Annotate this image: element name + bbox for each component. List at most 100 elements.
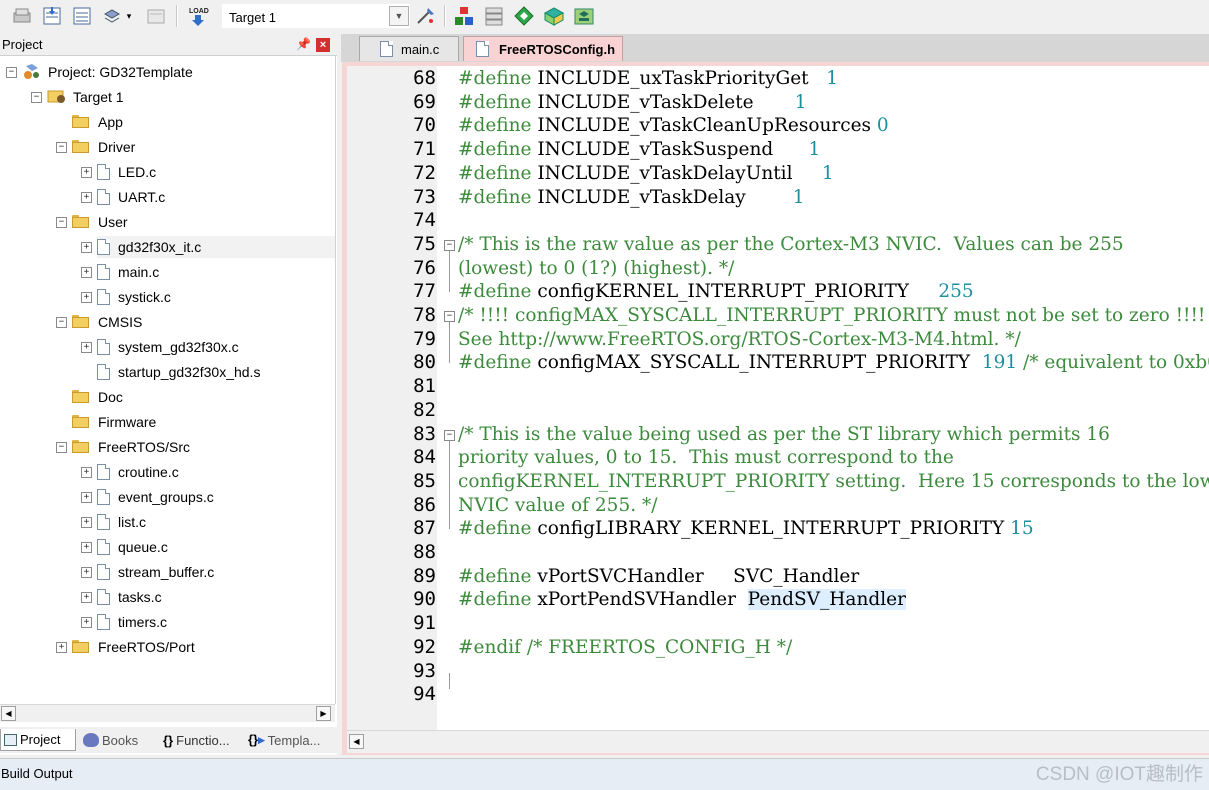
build-icon[interactable] bbox=[40, 4, 64, 28]
tree-item-label: UART.c bbox=[118, 189, 166, 205]
collapse-icon[interactable]: − bbox=[56, 142, 67, 153]
tree-item-folder[interactable]: FreeRTOS/Src bbox=[72, 436, 190, 458]
line-number: 81 bbox=[413, 375, 436, 398]
chevron-down-icon[interactable]: ▼ bbox=[389, 6, 409, 26]
collapse-icon[interactable]: − bbox=[56, 217, 67, 228]
line-number: 75 bbox=[413, 232, 436, 255]
chevron-down-icon[interactable]: ▾ bbox=[122, 4, 136, 28]
tree-item-folder[interactable]: Firmware bbox=[72, 411, 156, 433]
tree-item-target[interactable]: Target 1 bbox=[47, 86, 124, 108]
manage-rte-icon[interactable] bbox=[512, 4, 536, 28]
translate-icon[interactable] bbox=[10, 4, 34, 28]
tree-item-folder[interactable]: FreeRTOS/Port bbox=[72, 636, 195, 658]
expand-icon[interactable]: + bbox=[81, 492, 92, 503]
scroll-left-icon[interactable]: ◀ bbox=[1, 706, 16, 721]
code-token: INCLUDE_vTaskSuspend bbox=[537, 139, 809, 161]
expand-icon[interactable]: + bbox=[81, 342, 92, 353]
tree-item-file[interactable]: main.c bbox=[97, 261, 159, 283]
collapse-icon[interactable]: − bbox=[6, 67, 17, 78]
expand-icon[interactable]: + bbox=[81, 517, 92, 528]
tree-item-file[interactable]: croutine.c bbox=[97, 461, 179, 483]
tree-item-folder[interactable]: App bbox=[72, 111, 123, 133]
fold-collapse-icon[interactable]: − bbox=[444, 311, 455, 322]
software-packs-icon[interactable] bbox=[572, 4, 596, 28]
code-token: #define bbox=[458, 91, 538, 113]
target-options-icon[interactable] bbox=[414, 4, 438, 28]
pack-installer-icon[interactable] bbox=[542, 4, 566, 28]
line-number: 87 bbox=[413, 517, 436, 540]
tab-freertosconfig-h[interactable]: FreeRTOSConfig.h bbox=[463, 36, 623, 61]
fold-collapse-icon[interactable]: − bbox=[444, 239, 455, 251]
tree-item-folder[interactable]: Driver bbox=[72, 136, 135, 158]
code-token: 15 bbox=[1010, 518, 1034, 540]
project-horizontal-scrollbar[interactable]: ◀ ▶ bbox=[0, 704, 335, 722]
folder-icon bbox=[72, 115, 90, 129]
tab-books[interactable]: Books bbox=[80, 729, 158, 751]
tree-item-project[interactable]: Project: GD32Template bbox=[22, 61, 193, 83]
expand-icon[interactable]: + bbox=[81, 617, 92, 628]
scroll-left-icon[interactable]: ◀ bbox=[349, 734, 364, 749]
manage-project-items-icon[interactable] bbox=[452, 4, 476, 28]
expand-icon[interactable]: + bbox=[56, 642, 67, 653]
select-pack-icon[interactable] bbox=[482, 4, 506, 28]
download-icon[interactable]: LOAD bbox=[186, 4, 210, 28]
collapse-icon[interactable]: − bbox=[31, 92, 42, 103]
code-token: vPortSVCHandler SVC_Handler bbox=[537, 565, 860, 587]
expand-icon[interactable]: + bbox=[81, 592, 92, 603]
target-select[interactable]: Target 1 ▼ bbox=[222, 4, 410, 28]
tab-functions[interactable]: {} Functio... bbox=[160, 729, 242, 751]
tab-main-c[interactable]: main.c bbox=[359, 36, 459, 61]
expand-icon[interactable]: + bbox=[81, 542, 92, 553]
fold-collapse-icon[interactable]: − bbox=[444, 429, 455, 441]
batch-build-icon[interactable] bbox=[100, 4, 124, 28]
target-select-value: Target 1 bbox=[229, 10, 276, 25]
tab-project[interactable]: Project bbox=[0, 729, 76, 751]
expand-icon[interactable]: + bbox=[81, 167, 92, 178]
tree-item-folder[interactable]: Doc bbox=[72, 386, 123, 408]
tree-item-file[interactable]: gd32f30x_it.c bbox=[97, 236, 335, 258]
expand-icon[interactable]: + bbox=[81, 192, 92, 203]
scroll-right-icon[interactable]: ▶ bbox=[316, 706, 331, 721]
tree-item-folder[interactable]: User bbox=[72, 211, 128, 233]
code-token: #endif bbox=[458, 636, 527, 658]
code-token: INCLUDE_vTaskDelayUntil bbox=[537, 162, 822, 184]
tab-templates[interactable]: {}▸ Templa... bbox=[245, 729, 335, 751]
expand-icon[interactable]: + bbox=[81, 467, 92, 478]
pin-icon[interactable]: 📌 bbox=[296, 37, 311, 51]
rebuild-icon[interactable] bbox=[70, 4, 94, 28]
collapse-icon[interactable]: − bbox=[56, 317, 67, 328]
expand-icon[interactable]: + bbox=[81, 267, 92, 278]
tree-item-file[interactable]: timers.c bbox=[97, 611, 167, 633]
braces-icon: {} bbox=[163, 732, 174, 748]
tree-item-file[interactable]: tasks.c bbox=[97, 586, 162, 608]
tree-item-folder[interactable]: CMSIS bbox=[72, 311, 142, 333]
project-panel-header: Project 📌 × bbox=[0, 35, 337, 56]
tree-item-file[interactable]: system_gd32f30x.c bbox=[97, 336, 239, 358]
tree-item-file[interactable]: systick.c bbox=[97, 286, 171, 308]
tree-item-file[interactable]: UART.c bbox=[97, 186, 165, 208]
tree-item-file[interactable]: LED.c bbox=[97, 161, 156, 183]
code-line: NVIC value of 255. */ bbox=[458, 494, 1209, 518]
close-icon[interactable]: × bbox=[316, 38, 330, 52]
expand-icon[interactable]: + bbox=[81, 242, 92, 253]
expand-icon[interactable]: + bbox=[81, 567, 92, 578]
stop-build-icon[interactable] bbox=[144, 4, 168, 28]
folder-icon bbox=[72, 640, 90, 654]
code-line: configKERNEL_INTERRUPT_PRIORITY setting.… bbox=[458, 470, 1209, 494]
editor-horizontal-scrollbar[interactable]: ◀ bbox=[347, 730, 1209, 753]
tree-item-label: LED.c bbox=[118, 164, 157, 180]
project-tab-icon bbox=[4, 733, 17, 746]
expand-icon[interactable]: + bbox=[81, 292, 92, 303]
code-token: INCLUDE_vTaskDelete bbox=[537, 91, 795, 113]
tree-item-file[interactable]: event_groups.c bbox=[97, 486, 214, 508]
tree-item-file[interactable]: startup_gd32f30x_hd.s bbox=[97, 361, 260, 383]
svg-text:LOAD: LOAD bbox=[189, 8, 209, 15]
tree-item-file[interactable]: stream_buffer.c bbox=[97, 561, 214, 583]
tree-item-label: tasks.c bbox=[118, 589, 162, 605]
collapse-icon[interactable]: − bbox=[56, 442, 67, 453]
folder-icon bbox=[72, 390, 90, 404]
tree-item-file[interactable]: list.c bbox=[97, 511, 146, 533]
tree-item-file[interactable]: queue.c bbox=[97, 536, 168, 558]
templates-icon: {}▸ bbox=[248, 732, 265, 747]
